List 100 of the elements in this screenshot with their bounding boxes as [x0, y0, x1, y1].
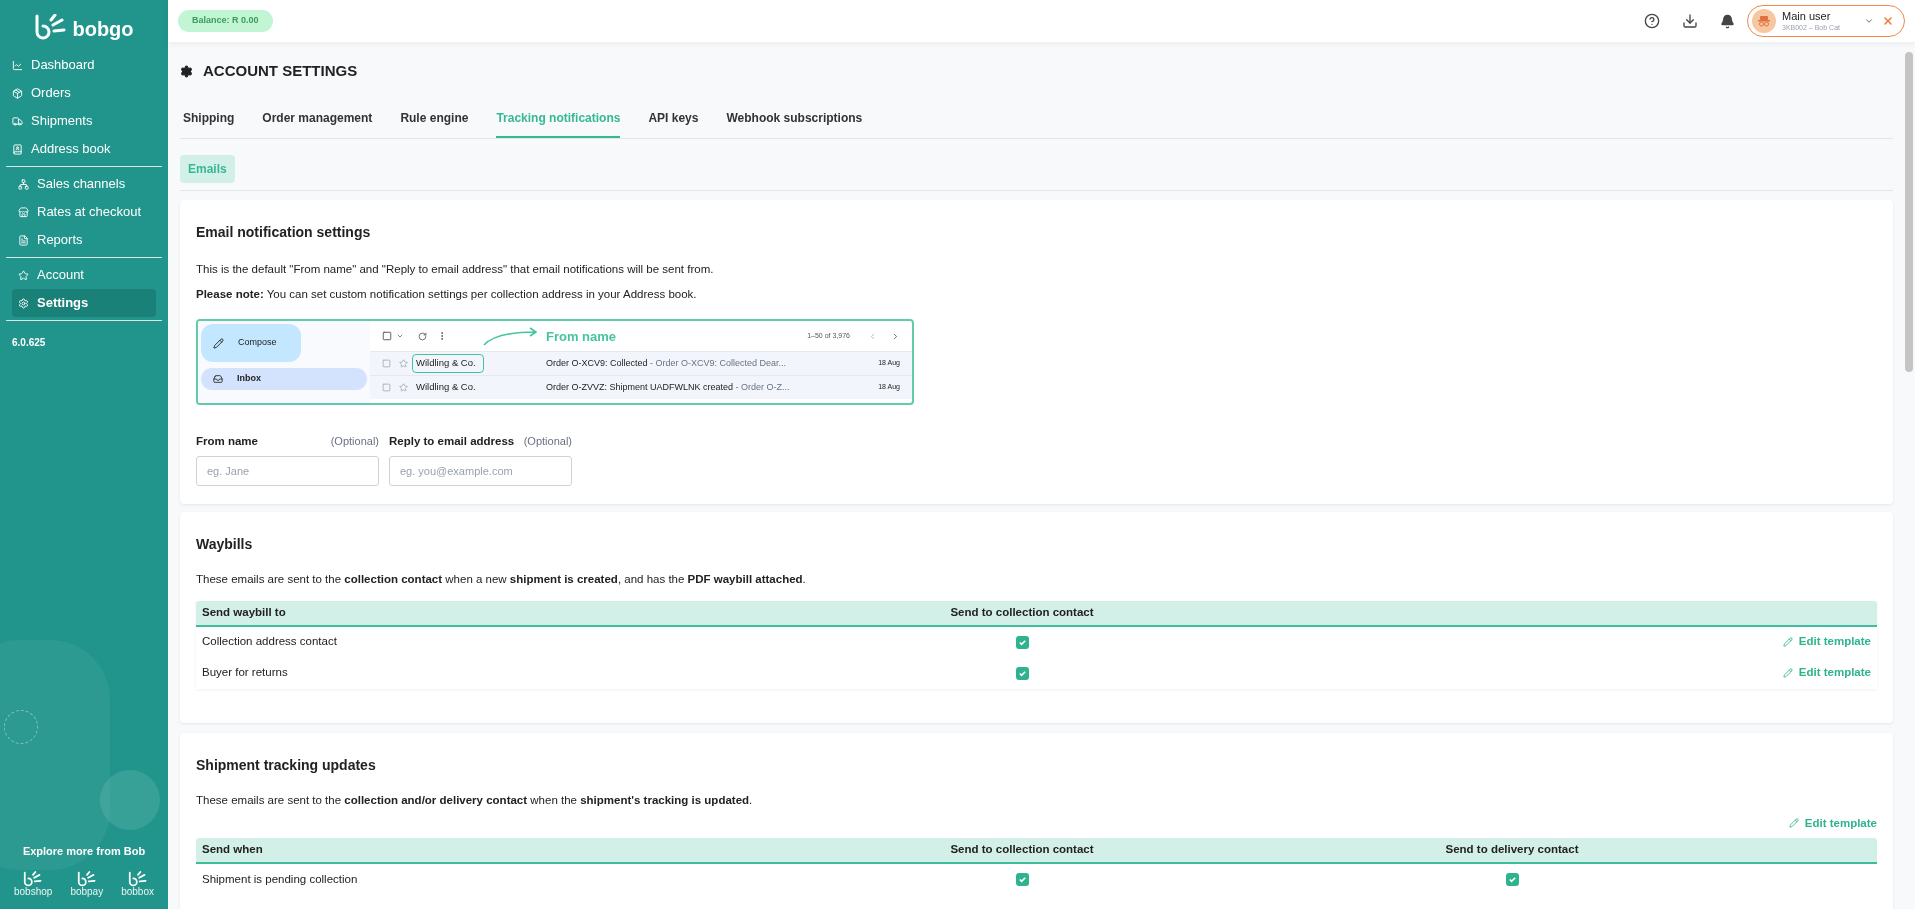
edit-template-link[interactable]: Edit template — [1788, 814, 1877, 832]
checkmark-icon — [1017, 668, 1027, 678]
inbox-icon — [213, 374, 223, 384]
table-cell-text: Collection address contact — [202, 634, 338, 650]
checkmark-icon — [1017, 875, 1027, 884]
checkbox[interactable] — [1505, 873, 1519, 886]
document-icon — [18, 234, 29, 246]
next-icon — [891, 331, 900, 341]
tab[interactable]: Order management — [262, 108, 373, 138]
star-icon — [18, 269, 29, 281]
nav-item[interactable]: Dashboard — [6, 51, 162, 79]
edit-template-link[interactable]: Edit template — [1782, 664, 1871, 682]
card-title: Email notification settings — [196, 222, 372, 242]
version-label: 6.0.625 — [12, 337, 46, 348]
tab[interactable]: Shipping — [183, 108, 235, 138]
app-name: bobbox — [121, 887, 154, 897]
edit-template-link[interactable]: Edit template — [1782, 633, 1871, 651]
network-icon — [18, 178, 29, 190]
scrollbar[interactable] — [1905, 52, 1913, 372]
nav-item[interactable]: Address book — [6, 135, 162, 163]
checkbox[interactable] — [1015, 873, 1029, 886]
app-link[interactable]: bobpay — [70, 871, 104, 897]
app-name: bobshop — [14, 887, 53, 897]
explore-heading: Explore more from Bob — [22, 843, 146, 859]
tab[interactable]: API keys — [648, 108, 699, 138]
nav-item[interactable]: Shipments — [6, 107, 162, 135]
checkmark-icon — [1017, 637, 1027, 647]
previous-icon — [868, 331, 877, 341]
brand-name: bobgo — [72, 19, 134, 39]
callout-label: From name — [546, 328, 617, 346]
pencil-icon — [1788, 818, 1799, 829]
card-title: Waybills — [196, 535, 254, 555]
column-header: Send when — [202, 842, 264, 858]
subtab[interactable]: Emails — [180, 154, 235, 183]
card-title: Shipment tracking updates — [196, 755, 377, 775]
download-icon[interactable] — [1682, 13, 1698, 29]
help-icon[interactable] — [1644, 13, 1660, 29]
star-icon — [399, 383, 408, 392]
app-name: bobpay — [70, 887, 104, 897]
table-cell-text: Buyer for returns — [202, 665, 289, 681]
inbox-item: Inbox — [201, 368, 367, 390]
settings-icon — [18, 297, 29, 309]
text-field[interactable]: eg. Jane — [196, 456, 379, 487]
column-header: Send to collection contact — [949, 604, 1095, 620]
nav-item[interactable]: Account — [12, 261, 156, 289]
email-subject: Order O-ZVVZ: Shipment UADFWLNK created - Order O-Z... — [546, 380, 790, 394]
chevron-down-icon[interactable] — [1864, 16, 1874, 26]
column-header: Send waybill to — [202, 604, 287, 620]
app-link[interactable]: bobshop — [14, 871, 53, 897]
field-label: Reply to email address — [389, 434, 515, 449]
description-text: This is the default "From name" and "Reply to email address" that email notifications will be sent from. — [196, 261, 715, 277]
sender-name: Wildling & Co. — [415, 380, 477, 395]
bell-icon[interactable] — [1720, 13, 1735, 29]
pencil-icon — [1782, 668, 1793, 678]
select-checkbox-icon — [382, 331, 392, 341]
tab[interactable]: Rule engine — [400, 108, 469, 138]
note-text: Please note: You can set custom notification settings per collection address in your Address book. — [196, 286, 698, 302]
field-label: From name — [196, 434, 258, 449]
user-name: Main user — [1782, 9, 1832, 24]
app-link[interactable]: bobbox — [121, 871, 154, 897]
nav-item[interactable]: Settings — [12, 289, 156, 317]
email-subject: Order O-XCV9: Collected - Order O-XCV9: Collected Dear... — [546, 356, 787, 370]
nav-item[interactable]: Sales channels — [12, 170, 156, 198]
pencil-icon — [213, 337, 224, 349]
text-field[interactable]: eg. you@example.com — [389, 456, 572, 487]
package-icon — [12, 87, 23, 99]
callout-arrow — [482, 326, 540, 346]
chart-icon — [12, 59, 23, 71]
tab[interactable]: Webhook subscriptions — [726, 108, 863, 138]
refresh-icon — [418, 331, 427, 341]
checkbox[interactable] — [1015, 666, 1029, 680]
description-text: These emails are sent to the collection and/or delivery contact when the shipment's tracking is updated. — [196, 792, 754, 808]
column-header: Send to collection contact — [949, 842, 1095, 858]
tab[interactable]: Tracking notifications — [496, 108, 621, 138]
row-checkbox-icon — [382, 359, 391, 368]
pencil-icon — [1782, 637, 1793, 647]
settings-icon — [180, 64, 193, 78]
nav-item[interactable]: Reports — [12, 226, 156, 254]
truck-icon — [12, 115, 23, 127]
checkbox[interactable] — [1015, 635, 1029, 649]
nav-item[interactable]: Orders — [6, 79, 162, 107]
star-icon — [399, 359, 408, 368]
table-cell-text: Shipment is pending collection — [202, 871, 359, 887]
caret-icon — [396, 332, 404, 340]
nav-item[interactable]: Rates at checkout — [12, 198, 156, 226]
optional-hint: (Optional) — [330, 434, 379, 449]
close-icon[interactable] — [1882, 15, 1894, 27]
page-title: ACCOUNT SETTINGS — [203, 61, 358, 81]
contact-book-icon — [12, 143, 23, 155]
sender-name: Wildling & Co. — [412, 354, 484, 373]
logo-icon — [23, 871, 44, 887]
optional-hint: (Optional) — [523, 434, 572, 449]
logo-icon — [127, 871, 148, 887]
logo-icon — [76, 871, 97, 887]
balance-badge: Balance: R 0.00 — [178, 10, 273, 32]
row-checkbox-icon — [382, 383, 391, 392]
checkmark-icon — [1507, 875, 1517, 884]
column-header: Send to delivery contact — [1444, 842, 1580, 858]
description-text: These emails are sent to the collection contact when a new shipment is created, and has the PDF waybill attached. — [196, 572, 807, 588]
avatar-icon — [1752, 9, 1776, 33]
